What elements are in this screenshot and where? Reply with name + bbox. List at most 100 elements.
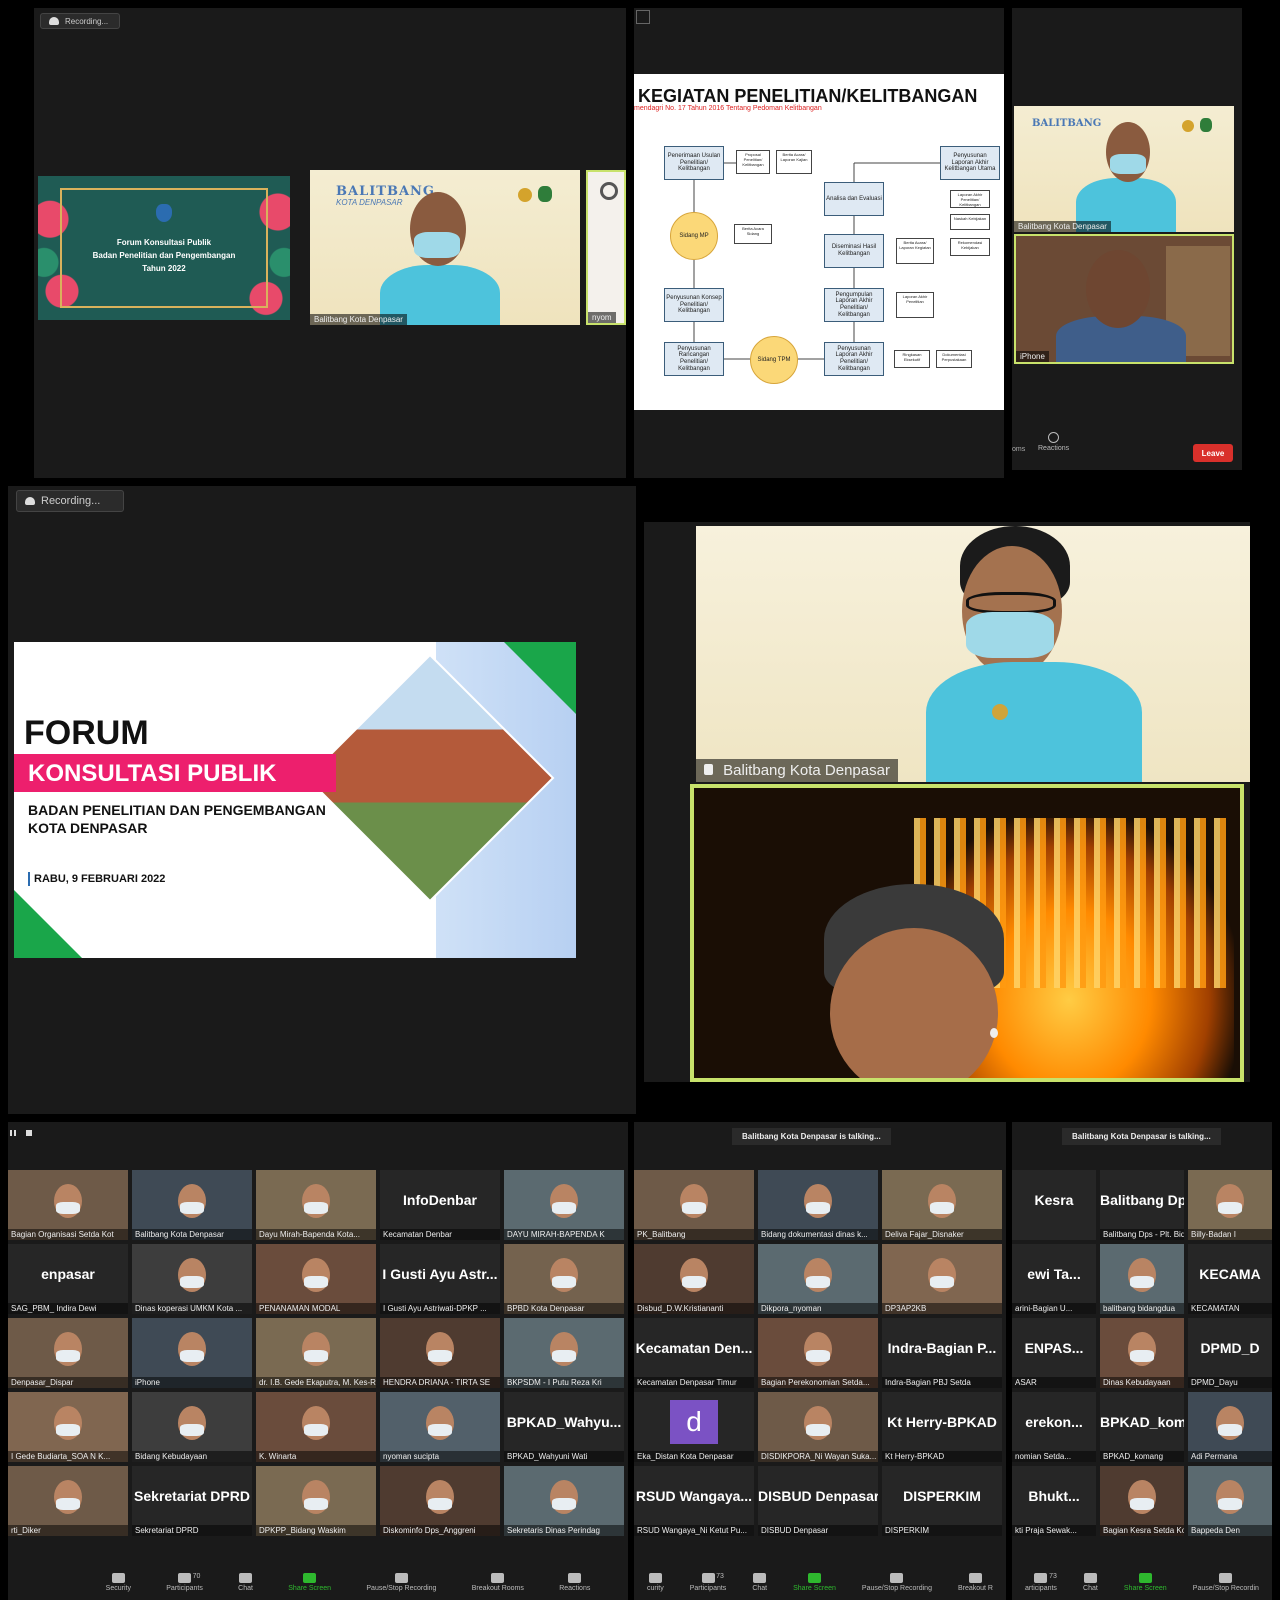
participant-video-balitbang[interactable]: BALITBANG Balitbang Kota Denpasar [1014,106,1234,232]
participant-tile[interactable]: DPKPP_Bidang Waskim [256,1466,376,1536]
participant-tile[interactable]: d Eka_Distan Kota Denpasar [634,1392,754,1462]
reactions-button[interactable]: Reactions [1038,432,1069,452]
participant-tile[interactable]: rti_Diker [8,1466,128,1536]
participant-tile[interactable]: DAYU MIRAH-BAPENDA K [504,1170,624,1240]
participant-tile[interactable]: BPBD Kota Denpasar [504,1244,624,1314]
participant-tile[interactable]: DISPERKIM DISPERKIM [882,1466,1002,1536]
participant-tile[interactable]: BKPSDM - I Putu Reza Kri [504,1318,624,1388]
participant-tile[interactable]: I Gede Budiarta_SOA N K... [8,1392,128,1462]
participant-tile[interactable]: Bagian Kesra Setda Kota De... [1100,1466,1184,1536]
participant-tile[interactable]: BPKAD_Wahyu... BPKAD_Wahyuni Wati [504,1392,624,1462]
participant-tile[interactable]: BPKAD_komang BPKAD_komang [1100,1392,1184,1462]
participant-tile[interactable]: Balitbang Dps -... Balitbang Dps - Plt. B… [1100,1170,1184,1240]
participant-tile[interactable]: Dinas koperasi UMKM Kota ... [132,1244,252,1314]
participant-tile[interactable]: Adi Permana [1188,1392,1272,1462]
participant-tile[interactable]: nyoman sucipta [380,1392,500,1462]
participant-tile[interactable]: Diskominfo Dps_Anggreni [380,1466,500,1536]
participant-display-name: d [670,1400,718,1444]
recording-indicator[interactable]: Recording... [16,490,124,512]
articipants-button[interactable]: articipants 73 [1025,1573,1057,1592]
participant-tile[interactable]: RSUD Wangaya... RSUD Wangaya_Ni Ketut Pu.… [634,1466,754,1536]
participant-tile[interactable]: Bappeda Den [1188,1466,1272,1536]
participant-video-fountain[interactable] [690,784,1244,1082]
participants-button[interactable]: Participants 73 [689,1573,727,1592]
participant-tile[interactable]: Bhukt... kti Praja Sewak... [1012,1466,1096,1536]
participant-tile[interactable]: HENDRA DRIANA - TIRTA SE [380,1318,500,1388]
breakout-r-button[interactable]: Breakout R [958,1573,993,1592]
participant-tile[interactable]: PK_Balitbang [634,1170,754,1240]
participant-tile[interactable]: KECAMA KECAMATAN [1188,1244,1272,1314]
participant-tile[interactable]: Bagian Perekonomian Setda... [758,1318,878,1388]
participant-tile[interactable]: Kesra [1012,1170,1096,1240]
participant-tile[interactable]: DPMD_D DPMD_Dayu [1188,1318,1272,1388]
participant-tile[interactable]: DISDIKPORA_Ni Wayan Suka... [758,1392,878,1462]
participant-name-label: Balitbang Dps - Plt. Bidang ... [1100,1229,1184,1240]
leave-button[interactable]: Leave [1193,444,1233,462]
share-screen-button[interactable]: Share Screen [1124,1573,1167,1592]
participant-tile[interactable]: InfoDenbar Kecamatan Denbar [380,1170,500,1240]
shared-slide-forum[interactable]: FORUM KONSULTASI PUBLIK BADAN PENELITIAN… [14,642,576,958]
toolbar-label: Participants [689,1585,727,1592]
participant-tile[interactable]: Deliva Fajar_Disnaker [882,1170,1002,1240]
shared-flowchart[interactable]: KEGIATAN PENELITIAN/KELITBANGAN mendagri… [634,74,1004,410]
window-control[interactable] [636,10,650,24]
chat-button[interactable]: Chat [238,1573,253,1592]
flower-icon [600,182,618,200]
participant-tile[interactable]: erekon... nomian Setda... [1012,1392,1096,1462]
participant-tile[interactable]: Kt Herry-BPKAD Kt Herry-BPKAD [882,1392,1002,1462]
participant-name-label: Bappeda Den [1188,1525,1272,1536]
participant-tile[interactable]: K. Winarta [256,1392,376,1462]
participant-tile[interactable]: ewi Ta... arini-Bagian U... [1012,1244,1096,1314]
participant-video-iphone[interactable]: iPhone [1014,234,1234,364]
participant-tile[interactable]: Bidang Kebudayaan [132,1392,252,1462]
participant-name-label: DISPERKIM [882,1525,1002,1536]
security-button[interactable]: Security [106,1573,131,1592]
participant-tile[interactable]: PENANAMAN MODAL [256,1244,376,1314]
participant-tile[interactable]: Bagian Organisasi Setda Kot [8,1170,128,1240]
participant-name-label: nyoman sucipta [380,1451,500,1462]
participant-tile[interactable]: Disbud_D.W.Kristiananti [634,1244,754,1314]
participant-video-side[interactable]: nyom [586,170,626,325]
pause-icon[interactable] [10,1130,16,1136]
participant-tile[interactable]: iPhone [132,1318,252,1388]
participant-tile[interactable]: Indra-Bagian P... Indra-Bagian PBJ Setda [882,1318,1002,1388]
participant-tile[interactable]: balitbang bidangdua [1100,1244,1184,1314]
participant-tile[interactable]: Kecamatan Den... Kecamatan Denpasar Timur [634,1318,754,1388]
participant-tile[interactable]: dr. I.B. Gede Ekaputra, M. Kes-R [256,1318,376,1388]
active-speaker-video[interactable]: Balitbang Kota Denpasar [696,526,1250,782]
participant-tile[interactable]: DP3AP2KB [882,1244,1002,1314]
share-screen-button[interactable]: Share Screen [793,1573,836,1592]
participant-tile[interactable]: Denpasar_Dispar [8,1318,128,1388]
participant-tile[interactable]: Dayu Mirah-Bapenda Kota... [256,1170,376,1240]
recording-indicator[interactable]: Recording... [40,13,120,29]
breakout-rooms-button[interactable]: Breakout Rooms [472,1573,524,1592]
participant-tile[interactable]: Dikpora_nyoman [758,1244,878,1314]
reactions-button[interactable]: Reactions [559,1573,590,1592]
stop-icon[interactable] [26,1130,32,1136]
participant-tile[interactable]: Sekretariat DPRD Sekretariat DPRD [132,1466,252,1536]
share-screen-button[interactable]: Share Screen [288,1573,331,1592]
participant-tile[interactable]: ENPAS... ASAR [1012,1318,1096,1388]
rooms-label[interactable]: oms [1012,446,1025,453]
top-left-meeting-screen: Recording... Forum Konsultasi Publik Bad… [34,8,626,478]
chat-button[interactable]: Chat [752,1573,767,1592]
participant-tile[interactable]: Balitbang Kota Denpasar [132,1170,252,1240]
participant-display-name: ewi Ta... [1027,1266,1081,1282]
participant-display-name: ENPAS... [1024,1340,1084,1356]
pause-stop-recordin-button[interactable]: Pause/Stop Recordin [1193,1573,1259,1592]
chat-icon [1083,1573,1097,1583]
participant-tile[interactable]: Bidang dokumentasi dinas k... [758,1170,878,1240]
participant-tile[interactable]: Billy-Badan I [1188,1170,1272,1240]
participant-tile[interactable]: DISBUD Denpasar DISBUD Denpasar [758,1466,878,1536]
pause-stop-recording-button[interactable]: Pause/Stop Recording [862,1573,932,1592]
chat-button[interactable]: Chat [1083,1573,1098,1592]
shared-slide-thumbnail[interactable]: Forum Konsultasi Publik Badan Penelitian… [38,176,290,320]
participant-tile[interactable]: Dinas Kebudayaan [1100,1318,1184,1388]
curity-button[interactable]: curity [647,1573,664,1592]
participant-tile[interactable]: enpasar SAG_PBM_ Indira Dewi [8,1244,128,1314]
participant-tile[interactable]: Sekretaris Dinas Perindag [504,1466,624,1536]
participant-video-balitbang[interactable]: BALITBANG KOTA DENPASAR Balitbang Kota D… [310,170,580,325]
pause-stop-recording-button[interactable]: Pause/Stop Recording [366,1573,436,1592]
participant-tile[interactable]: I Gusti Ayu Astr... I Gusti Ayu Astriwati… [380,1244,500,1314]
participants-button[interactable]: Participants 70 [166,1573,203,1592]
